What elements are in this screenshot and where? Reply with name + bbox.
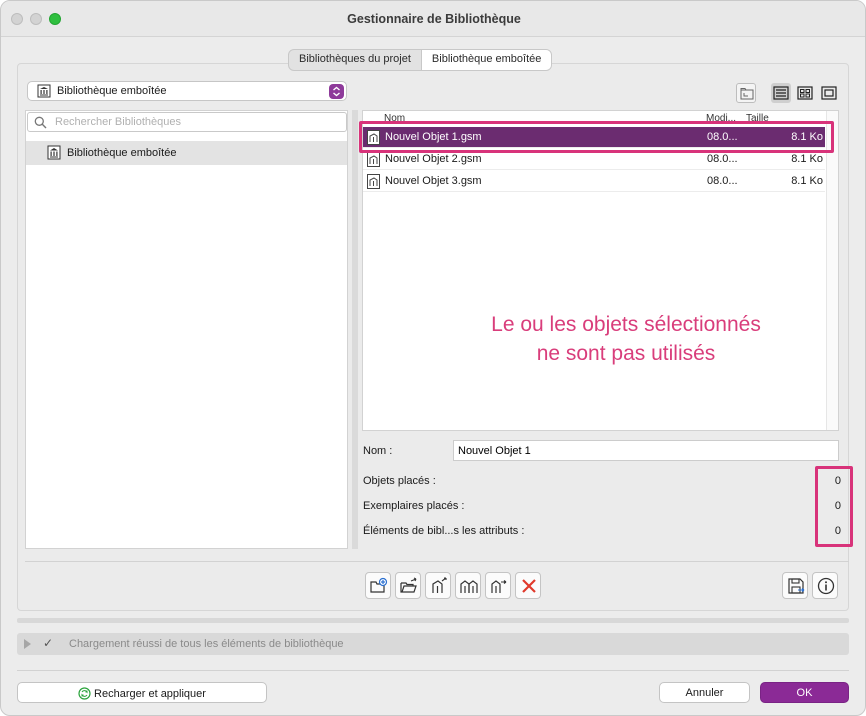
tab-bar: Bibliothèques du projet Bibliothèque emb… [288,49,553,71]
file-size: 8.1 Ko [791,153,823,165]
stats-highlight [815,466,853,547]
list-view-button[interactable] [771,83,791,103]
reload-apply-label: Recharger et appliquer [94,688,206,700]
file-row[interactable]: Nouvel Objet 1.gsm 08.0... 8.1 Ko [363,127,825,148]
placed-objects-label: Objets placés : [363,475,436,487]
message-line-2: ne sont pas utilisés [536,342,716,365]
name-field[interactable] [453,440,839,461]
column-header-modified[interactable]: Modi... [706,113,736,124]
single-view-icon [821,86,837,100]
library-dropdown-value: Bibliothèque emboîtée [57,85,167,97]
cancel-button[interactable]: Annuler [659,682,750,703]
export-object-button[interactable] [425,572,451,599]
file-size: 8.1 Ko [791,131,823,143]
tree-item-embedded-library[interactable]: Bibliothèque emboîtée [26,141,347,165]
save-icon [788,578,805,594]
pane-splitter[interactable] [352,110,358,549]
search-input[interactable]: Rechercher Bibliothèques [27,112,347,132]
grid-view-button[interactable] [795,83,815,103]
new-folder-button[interactable] [365,572,391,599]
search-placeholder: Rechercher Bibliothèques [55,116,181,128]
new-folder-icon [370,577,388,593]
file-size: 8.1 Ko [791,175,823,187]
column-header-name[interactable]: Nom [384,113,405,124]
title-bar: Gestionnaire de Bibliothèque [1,1,865,37]
library-dropdown[interactable]: Bibliothèque emboîtée [27,81,347,101]
library-manager-window: Gestionnaire de Bibliothèque Bibliothèqu… [0,0,866,716]
info-icon [817,577,835,595]
disclosure-triangle-icon[interactable] [24,639,31,649]
message-line-1: Le ou les objets sélectionnés [491,313,761,336]
chevron-updown-icon [329,84,344,99]
file-name: Nouvel Objet 1.gsm [385,131,482,143]
file-row[interactable]: Nouvel Objet 2.gsm 08.0... 8.1 Ko [363,149,825,170]
file-row[interactable]: Nouvel Objet 3.gsm 08.0... 8.1 Ko [363,171,825,192]
file-modified: 08.0... [707,131,738,143]
open-folder-button[interactable] [395,572,421,599]
attribute-elements-label: Éléments de bibl...s les attributs : [363,525,525,537]
list-view-icon [773,86,789,100]
file-name: Nouvel Objet 3.gsm [385,175,482,187]
window-title: Gestionnaire de Bibliothèque [347,12,521,26]
file-modified: 08.0... [707,175,738,187]
name-label: Nom : [363,445,393,457]
duplicate-objects-button[interactable] [455,572,481,599]
delete-icon [522,579,536,593]
status-separator [17,618,849,623]
tab-project-libraries[interactable]: Bibliothèques du projet [289,50,421,70]
reload-apply-button[interactable]: Recharger et appliquer [17,682,267,703]
gsm-object-icon [367,130,380,145]
grid-view-icon [797,86,813,100]
delete-button[interactable] [515,572,541,599]
column-header-size[interactable]: Taille [746,113,769,124]
export-object-icon [432,577,447,593]
status-text: Chargement réussi de tous les éléments d… [69,638,344,650]
single-view-button[interactable] [819,83,839,103]
move-object-icon [491,580,507,593]
search-icon [34,116,47,129]
ok-button[interactable]: OK [760,682,849,703]
save-button[interactable] [782,572,808,599]
library-icon [47,145,61,160]
status-bar: ✓ Chargement réussi de tous les éléments… [17,633,849,655]
file-modified: 08.0... [707,153,738,165]
placed-instances-label: Exemplaires placés : [363,500,465,512]
move-object-button[interactable] [485,572,511,599]
browse-folder-icon [740,88,754,100]
file-list-scrollbar[interactable] [826,111,838,430]
gsm-object-icon [367,174,380,189]
unused-objects-message: Le ou les objets sélectionnés ne sont pa… [421,310,831,368]
library-tree-pane [25,110,348,549]
divider [25,561,849,562]
reload-icon [78,687,91,700]
open-folder-icon [400,577,417,593]
check-icon: ✓ [43,636,54,650]
browse-folder-button[interactable] [736,83,756,103]
tab-embedded-library[interactable]: Bibliothèque emboîtée [420,50,552,70]
gsm-object-icon [367,152,380,167]
footer-divider [17,670,849,671]
file-name: Nouvel Objet 2.gsm [385,153,482,165]
duplicate-objects-icon [460,580,478,593]
library-icon [37,84,51,98]
info-button[interactable] [812,572,838,599]
tree-item-label: Bibliothèque emboîtée [67,147,177,159]
